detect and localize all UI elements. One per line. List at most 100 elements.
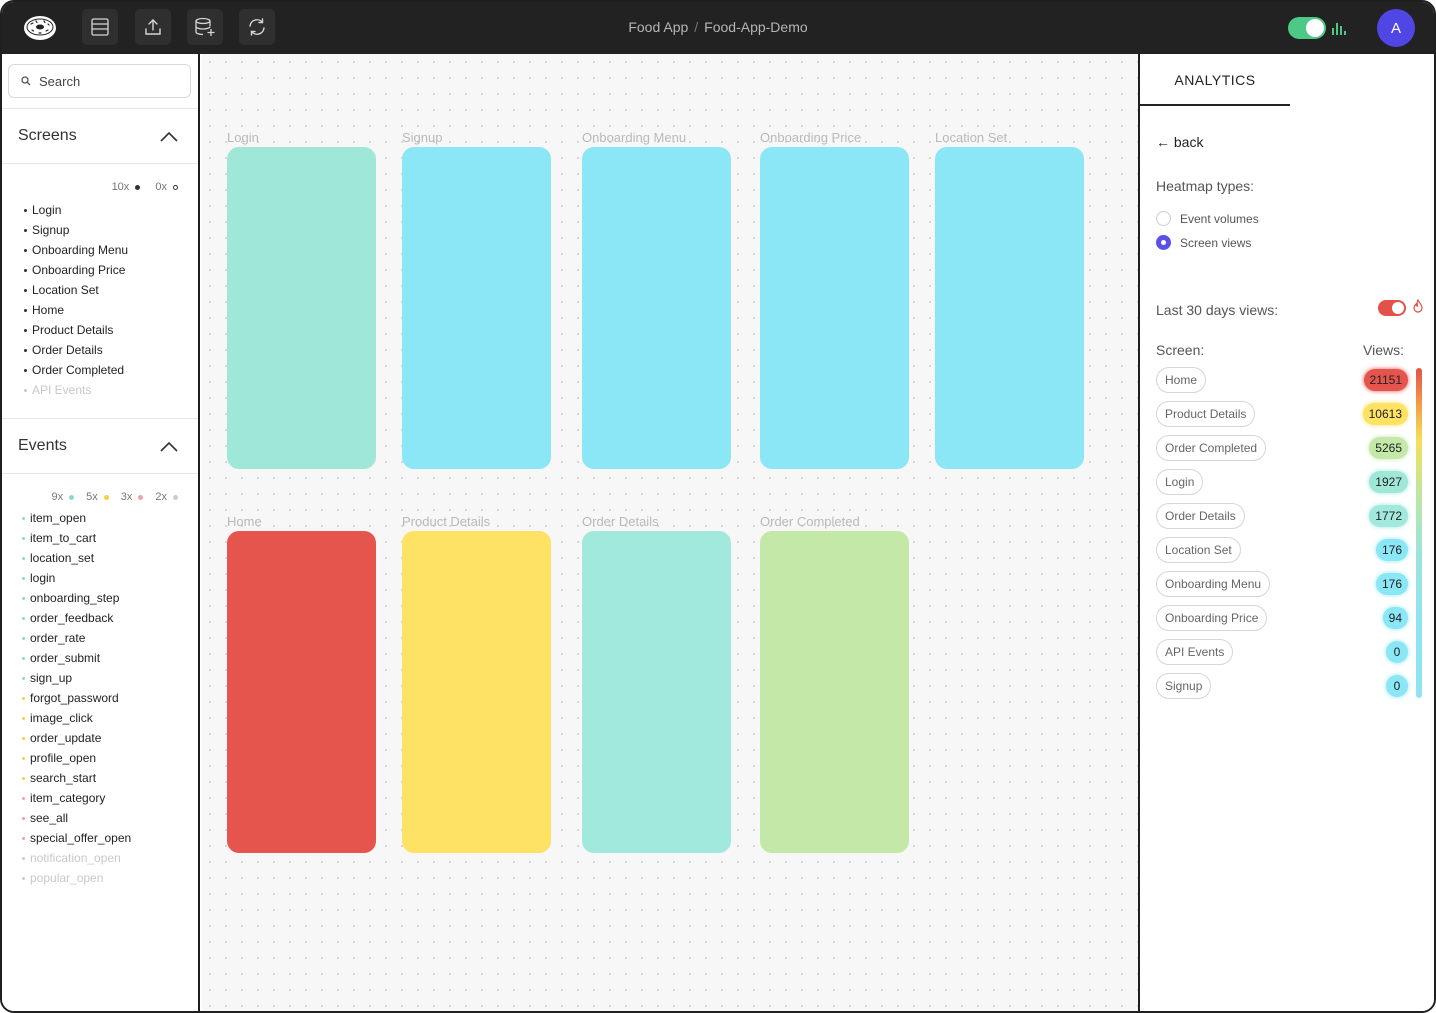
bullet [22,637,25,641]
bullet [24,349,27,353]
screen-card[interactable] [227,147,376,469]
screen-label: Onboarding Menu [582,130,687,145]
radio-event-volumes[interactable]: Event volumes [1156,211,1259,226]
screen-card[interactable] [582,147,731,469]
screen-list-item[interactable]: Order Details [24,340,128,360]
event-list-item[interactable]: image_click [22,708,131,728]
event-list-item[interactable]: order_submit [22,648,131,668]
chevron-up-icon[interactable] [160,439,178,457]
screen-card[interactable] [402,531,551,853]
event-list-item[interactable]: item_to_cart [22,528,131,548]
views-row[interactable]: Home 21151 [1156,367,1408,393]
screen-pill[interactable]: Order Completed [1156,435,1267,461]
views-row[interactable]: Order Completed 5265 [1156,435,1408,461]
screen-label: Location Set [935,130,1008,145]
analytics-bars-icon[interactable] [1332,20,1346,36]
screen-list-item[interactable]: Order Completed [24,360,128,380]
bullet [24,269,27,273]
views-row[interactable]: Location Set 176 [1156,537,1408,563]
screen-pill[interactable]: API Events [1156,639,1234,665]
screen-list-item[interactable]: API Events [24,380,128,400]
screen-pill[interactable]: Onboarding Menu [1156,571,1271,597]
bullet [22,857,25,861]
tab-analytics[interactable]: ANALYTICS [1140,54,1290,106]
event-list-item[interactable]: see_all [22,808,131,828]
event-list-item[interactable]: item_open [22,508,131,528]
screen-label: Signup [402,130,443,145]
heatmap-toggle[interactable] [1288,17,1326,39]
screen-list-item[interactable]: Signup [24,220,128,240]
bullet [24,369,27,373]
screen-pill[interactable]: Location Set [1156,537,1241,563]
screen-pill[interactable]: Product Details [1156,401,1256,427]
event-list-item[interactable]: login [22,568,131,588]
event-list-item[interactable]: location_set [22,548,131,568]
screen-list-item[interactable]: Onboarding Menu [24,240,128,260]
last-30-days-toggle[interactable] [1378,300,1406,316]
screen-pill[interactable]: Onboarding Price [1156,605,1268,631]
bullet [22,837,25,841]
screen-list-item[interactable]: Home [24,300,128,320]
analytics-panel: ANALYTICS ← back Heatmap types: Event vo… [1138,54,1434,1011]
events-section-header[interactable]: Events [2,418,198,474]
screens-section-header[interactable]: Screens [2,108,198,164]
event-list-item[interactable]: profile_open [22,748,131,768]
event-list-item[interactable]: sign_up [22,668,131,688]
bullet [22,517,25,521]
screen-pill[interactable]: Home [1156,367,1207,393]
views-count-badge: 176 [1375,573,1408,595]
views-row[interactable]: API Events 0 [1156,639,1408,665]
event-list-item[interactable]: item_category [22,788,131,808]
views-row[interactable]: Product Details 10613 [1156,401,1408,427]
back-button[interactable]: ← back [1156,134,1203,150]
screen-list-item[interactable]: Location Set [24,280,128,300]
bullet [24,289,27,293]
event-list-item[interactable]: forgot_password [22,688,131,708]
chevron-up-icon[interactable] [160,129,178,147]
screen-card[interactable] [760,147,909,469]
search-input[interactable]: Search [8,64,191,98]
views-row[interactable]: Order Details 1772 [1156,503,1408,529]
views-row[interactable]: Login 1927 [1156,469,1408,495]
screen-pill[interactable]: Signup [1156,673,1212,699]
event-list-item[interactable]: search_start [22,768,131,788]
screen-card[interactable] [935,147,1084,469]
event-list-item[interactable]: special_offer_open [22,828,131,848]
screen-list-item[interactable]: Product Details [24,320,128,340]
screen-label: Login [227,130,259,145]
version-name[interactable]: Food-App-Demo [704,19,808,35]
event-list-item[interactable]: order_update [22,728,131,748]
views-row[interactable]: Onboarding Menu 176 [1156,571,1408,597]
radio-icon[interactable] [1156,211,1171,226]
project-name[interactable]: Food App [628,19,688,35]
screen-list-item[interactable]: Login [24,200,128,220]
screen-card[interactable] [227,531,376,853]
bullet [22,617,25,621]
event-list-item[interactable]: onboarding_step [22,588,131,608]
screen-list-item[interactable]: Onboarding Price [24,260,128,280]
radio-selected-icon[interactable] [1156,235,1171,250]
avatar[interactable]: A [1377,9,1415,47]
screens-list: Login Signup Onboarding Menu Onboarding Pri… [24,200,128,400]
event-list-item[interactable]: order_feedback [22,608,131,628]
event-list-item[interactable]: order_rate [22,628,131,648]
views-count-badge: 176 [1375,539,1408,561]
screen-card[interactable] [402,147,551,469]
bullet [22,557,25,561]
canvas[interactable]: Login Signup Onboarding Menu Onboarding Pri… [202,54,1138,1011]
radio-screen-views[interactable]: Screen views [1156,235,1251,250]
event-list-item[interactable]: notification_open [22,848,131,868]
views-row[interactable]: Onboarding Price 94 [1156,605,1408,631]
legend-entry: 2x [149,491,178,503]
screen-pill[interactable]: Order Details [1156,503,1245,529]
bullet [22,797,25,801]
screen-label: Product Details [402,514,491,529]
screen-card[interactable] [760,531,909,853]
screen-pill[interactable]: Login [1156,469,1204,495]
views-row[interactable]: Signup 0 [1156,673,1408,699]
bullet [24,229,27,233]
bullet [22,717,25,721]
event-list-item[interactable]: popular_open [22,868,131,888]
events-list: item_open item_to_cart location_set login on… [22,508,131,888]
screen-card[interactable] [582,531,731,853]
